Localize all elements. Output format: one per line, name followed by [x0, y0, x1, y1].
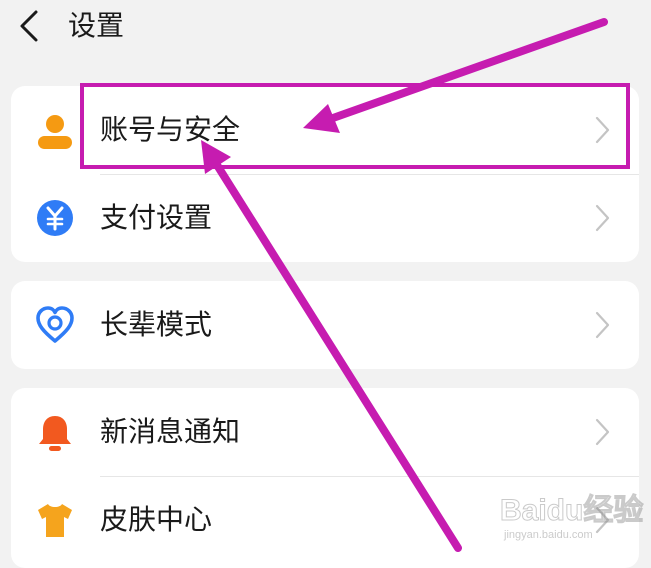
settings-item-payment[interactable]: 支付设置 — [11, 174, 639, 262]
settings-item-skin-center[interactable]: 皮肤中心 — [11, 476, 639, 564]
settings-item-label: 支付设置 — [100, 201, 213, 234]
settings-card-notifications: 新消息通知 皮肤中心 — [11, 388, 639, 568]
tshirt-icon — [38, 504, 72, 537]
page-title: 设置 — [68, 9, 125, 42]
chevron-right-icon — [595, 506, 610, 534]
chevron-right-icon — [595, 116, 610, 144]
user-icon — [38, 115, 72, 149]
chevron-right-icon — [595, 204, 610, 232]
settings-item-label: 长辈模式 — [100, 308, 213, 341]
settings-card-account: 账号与安全 支付设置 — [11, 86, 639, 262]
chevron-right-icon — [595, 311, 610, 339]
settings-item-elder-mode[interactable]: 长辈模式 — [11, 281, 639, 369]
yuan-icon — [37, 200, 73, 236]
settings-item-notifications[interactable]: 新消息通知 — [11, 388, 639, 476]
back-arrow-icon[interactable] — [14, 8, 44, 44]
top-bar: 设置 — [0, 0, 651, 60]
settings-item-account-security[interactable]: 账号与安全 — [11, 86, 639, 174]
settings-item-label: 皮肤中心 — [100, 503, 213, 536]
settings-card-elder: 长辈模式 — [11, 281, 639, 369]
settings-item-label: 账号与安全 — [100, 113, 241, 146]
heart-care-icon — [36, 306, 74, 343]
chevron-right-icon — [595, 418, 610, 446]
bell-icon — [39, 416, 71, 451]
settings-item-label: 新消息通知 — [100, 415, 241, 448]
